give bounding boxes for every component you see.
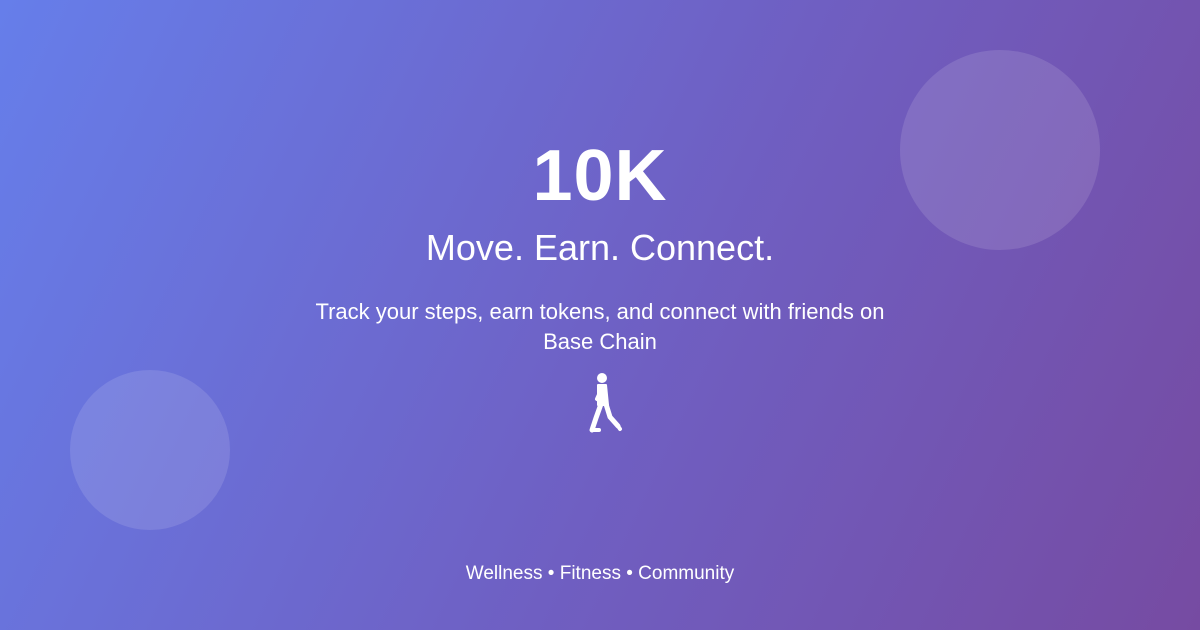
tagline: Move. Earn. Connect. <box>425 227 775 268</box>
social-preview-card: 10K Move. Earn. Connect. Track your step… <box>0 0 1200 630</box>
description: Track your steps, earn tokens, and conne… <box>315 299 885 354</box>
walking-person-icon <box>589 373 622 433</box>
app-title: 10K <box>532 136 668 216</box>
footer-categories: Wellness • Fitness • Community <box>465 563 735 584</box>
decorative-circle-bottom-left <box>70 370 230 530</box>
